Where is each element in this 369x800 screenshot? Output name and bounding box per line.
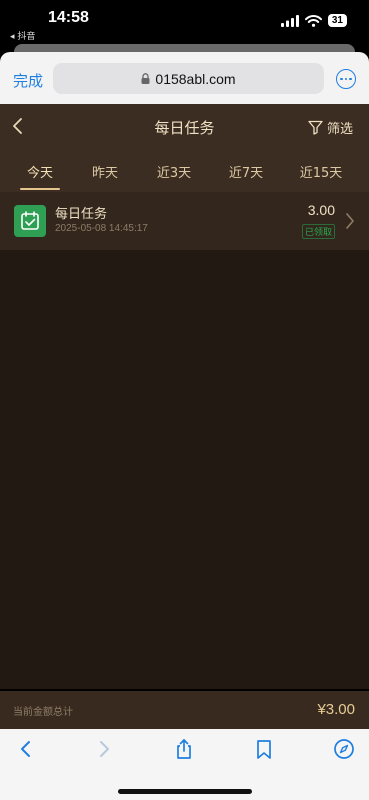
home-indicator — [118, 789, 252, 794]
back-icon[interactable] — [15, 738, 37, 760]
signal-icon — [280, 14, 299, 27]
app-content: 每日任务 筛选 今天 昨天 近3天 近7天 近15天 每日任务 2025-05-… — [0, 104, 369, 689]
record-amount: 3.00 — [307, 202, 335, 218]
date-range-tabs: 今天 昨天 近3天 近7天 近15天 — [0, 148, 369, 192]
browser-top-bar: 完成 0158abl.com — [0, 52, 369, 104]
record-timestamp: 2025-05-08 14:45:17 — [55, 223, 148, 234]
filter-button[interactable]: 筛选 — [308, 118, 353, 137]
more-options-icon[interactable] — [336, 69, 356, 89]
record-title: 每日任务 — [55, 207, 108, 222]
bookmarks-icon[interactable] — [253, 738, 275, 760]
share-icon[interactable] — [173, 738, 195, 760]
done-button[interactable]: 完成 — [13, 70, 43, 91]
wifi-icon — [304, 14, 322, 27]
tab-last-3-days[interactable]: 近3天 — [157, 162, 191, 181]
tab-last-15-days[interactable]: 近15天 — [300, 162, 343, 181]
calendar-check-icon — [14, 205, 46, 237]
lock-icon — [141, 73, 150, 84]
url-text: 0158abl.com — [155, 70, 236, 87]
list-item[interactable]: 每日任务 2025-05-08 14:45:17 3.00 已领取 — [0, 192, 369, 250]
compass-icon[interactable] — [333, 738, 355, 760]
filter-label: 筛选 — [326, 122, 353, 137]
back-to-app-link[interactable]: ◂ 抖音 — [10, 29, 35, 42]
page-header: 每日任务 筛选 — [0, 104, 369, 148]
browser-bottom-toolbar — [0, 729, 369, 800]
sheet-background-edge — [14, 44, 355, 52]
status-time: 14:58 — [48, 9, 89, 26]
status-indicators: 31 — [280, 14, 347, 27]
filter-icon — [308, 120, 323, 135]
total-label: 当前金额总计 — [13, 707, 73, 718]
chevron-right-icon — [346, 213, 354, 229]
battery-indicator: 31 — [327, 14, 347, 27]
status-bar: 14:58 ◂ 抖音 31 — [0, 0, 369, 44]
forward-icon[interactable] — [93, 738, 115, 760]
total-amount: ¥3.00 — [317, 701, 355, 718]
status-badge: 已领取 — [301, 224, 335, 239]
tab-yesterday[interactable]: 昨天 — [92, 162, 118, 181]
tab-last-7-days[interactable]: 近7天 — [229, 162, 263, 181]
active-tab-indicator — [20, 188, 60, 190]
address-bar[interactable]: 0158abl.com — [53, 63, 324, 94]
tab-today[interactable]: 今天 — [27, 162, 53, 181]
total-footer: 当前金额总计 ¥3.00 — [0, 691, 369, 729]
